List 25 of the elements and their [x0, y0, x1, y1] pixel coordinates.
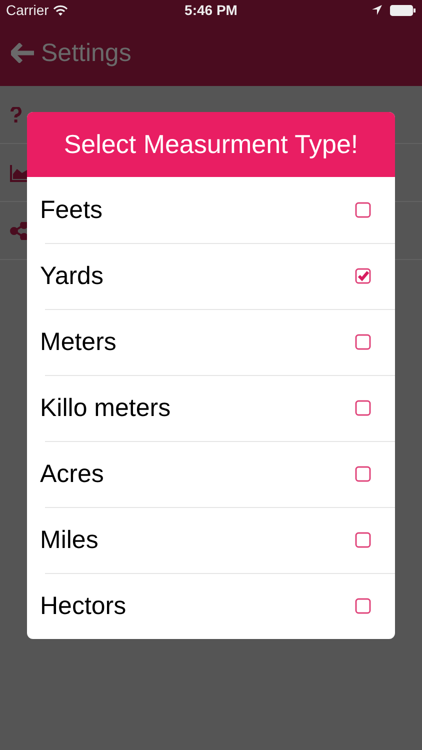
wifi-icon: [52, 4, 68, 16]
share-icon: [10, 222, 28, 240]
checkbox[interactable]: [355, 466, 371, 482]
option-row[interactable]: Hectors: [27, 573, 395, 639]
area-chart-icon: [10, 164, 30, 182]
dialog-title: Select Measurment Type!: [64, 129, 358, 160]
checkbox[interactable]: [355, 202, 371, 218]
option-row[interactable]: Feets: [27, 177, 395, 243]
option-row[interactable]: Yards: [27, 243, 395, 309]
checkbox[interactable]: [355, 532, 371, 548]
option-row[interactable]: Meters: [27, 309, 395, 375]
checkbox[interactable]: [355, 268, 371, 284]
carrier-label: Carrier: [6, 2, 49, 18]
question-mark-icon: [10, 106, 22, 122]
back-arrow-icon[interactable]: [11, 43, 35, 63]
clock-time: 5:46 PM: [184, 2, 238, 18]
option-row[interactable]: Killo meters: [27, 375, 395, 441]
option-row[interactable]: Miles: [27, 507, 395, 573]
checkbox[interactable]: [355, 400, 371, 416]
screen-title: Settings: [41, 38, 132, 68]
checkbox[interactable]: [355, 598, 371, 614]
location-arrow-icon: [372, 5, 382, 15]
option-row[interactable]: Acres: [27, 441, 395, 507]
checkbox[interactable]: [355, 334, 371, 350]
battery-icon: [390, 4, 416, 16]
